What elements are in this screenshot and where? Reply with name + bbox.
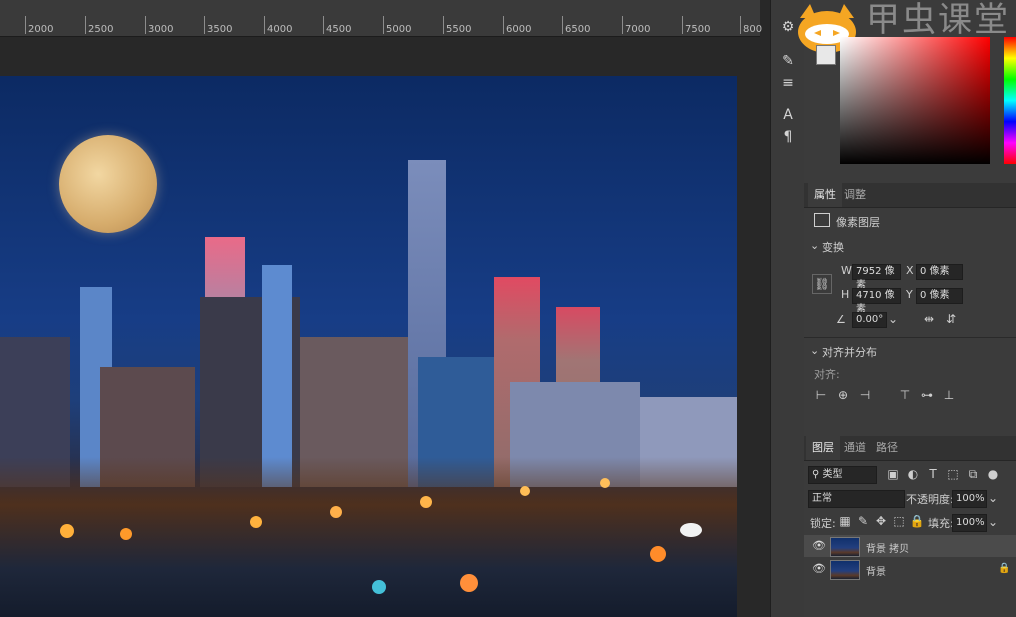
filter-value: 类型: [822, 469, 843, 480]
paragraph-icon[interactable]: ¶: [779, 128, 797, 146]
character-icon[interactable]: A: [779, 106, 797, 124]
fill-label: 填充:: [928, 517, 954, 530]
lock-transparent-icon[interactable]: ▦: [836, 512, 854, 530]
ruler-tick: 4000: [263, 16, 293, 35]
tab-layers[interactable]: 图层: [806, 436, 840, 460]
ruler-tick: 3000: [144, 16, 174, 35]
ruler-tick: 5500: [442, 16, 472, 35]
brush-icon[interactable]: ✎: [779, 52, 797, 70]
filter-type-icon[interactable]: T: [924, 465, 942, 483]
panel-icon-strip: ⚙ ✎ ≡ A ¶: [770, 0, 805, 617]
ruler-tick: 6500: [561, 16, 591, 35]
angle-dropdown-icon[interactable]: ⌄: [884, 310, 902, 328]
width-field[interactable]: 7952 像素: [852, 264, 901, 291]
tab-adjustments[interactable]: 调整: [838, 183, 872, 207]
foreground-color-swatch[interactable]: [816, 45, 836, 65]
visibility-eye-icon[interactable]: 👁: [812, 539, 826, 553]
opacity-label: 不透明度:: [906, 493, 954, 506]
filter-toggle-icon[interactable]: ●: [984, 465, 1002, 483]
fill-field[interactable]: 100%: [952, 514, 987, 532]
divider: [804, 337, 1016, 338]
ruler-tick: 6000: [502, 16, 532, 35]
adjust-icon[interactable]: ≡: [779, 74, 797, 92]
ruler-tick: 3500: [203, 16, 233, 35]
layer-filter-select[interactable]: ⚲ 类型: [808, 466, 877, 484]
chevron-down-icon[interactable]: ⌄: [810, 344, 819, 357]
filter-pixel-icon[interactable]: ▣: [884, 465, 902, 483]
layer-name: 背景 拷贝: [866, 544, 910, 555]
search-icon: ⚲: [812, 469, 823, 480]
city-night-photo: [0, 76, 737, 617]
ruler-tick: 7500: [681, 16, 711, 35]
lock-icon: 🔒: [998, 563, 1011, 574]
flip-horizontal-icon[interactable]: ⇹: [920, 310, 938, 328]
y-field[interactable]: 0 像素: [916, 288, 963, 304]
properties-tabbar: 属性 调整: [804, 183, 1016, 208]
layer-type-label: 像素图层: [836, 216, 880, 229]
ruler-tick: 7000: [621, 16, 651, 35]
tab-properties[interactable]: 属性: [808, 183, 842, 207]
align-bottom-icon[interactable]: ⊥: [940, 386, 958, 404]
tab-channels[interactable]: 通道: [838, 436, 872, 460]
watermark-text: 甲虫课堂: [866, 0, 1010, 40]
align-center-v-icon[interactable]: ⊶: [918, 386, 936, 404]
horizontal-ruler: 2000 2500 3000 3500 4000 4500 5000 5500 …: [0, 0, 763, 37]
lock-all-icon[interactable]: 🔒: [908, 512, 926, 530]
x-label: X: [906, 264, 914, 277]
ruler-tick: 2500: [84, 16, 114, 35]
ruler-tick: 5000: [382, 16, 412, 35]
layers-tabbar: 图层 通道 路径: [804, 436, 1016, 461]
filter-smart-object-icon[interactable]: ⧉: [964, 465, 982, 483]
align-section-title: 对齐并分布: [822, 346, 877, 359]
w-label: W: [841, 264, 852, 277]
opacity-field[interactable]: 100%: [952, 490, 987, 508]
align-center-h-icon[interactable]: ⊕: [834, 386, 852, 404]
pixel-layer-icon: [814, 213, 830, 227]
lock-artboard-icon[interactable]: ⬚: [890, 512, 908, 530]
tab-paths[interactable]: 路径: [870, 436, 904, 460]
blend-mode-select[interactable]: 正常: [808, 490, 905, 508]
document-canvas[interactable]: [0, 37, 760, 617]
align-right-icon[interactable]: ⊣: [856, 386, 874, 404]
layer-row-selected[interactable]: 👁 背景 拷贝: [804, 535, 1016, 557]
align-top-icon[interactable]: ⊤: [896, 386, 914, 404]
layer-row[interactable]: 👁 背景 🔒: [804, 558, 1016, 580]
street-lights-bokeh: [0, 457, 737, 617]
angle-icon: ∠: [836, 313, 846, 326]
x-field[interactable]: 0 像素: [916, 264, 963, 280]
angle-field[interactable]: 0.00°: [852, 312, 887, 328]
filter-adjustment-icon[interactable]: ◐: [904, 465, 922, 483]
align-left-icon[interactable]: ⊢: [812, 386, 830, 404]
opacity-dropdown-icon[interactable]: ⌄: [984, 489, 1002, 507]
align-label: 对齐:: [814, 368, 840, 381]
hue-slider[interactable]: [1004, 37, 1016, 164]
layer-thumbnail: [830, 537, 860, 557]
y-label: Y: [906, 288, 913, 301]
lock-position-icon[interactable]: ✥: [872, 512, 890, 530]
link-dimensions-icon[interactable]: ⛓: [812, 274, 832, 294]
lock-image-icon[interactable]: ✎: [854, 512, 872, 530]
chevron-down-icon[interactable]: ⌄: [810, 239, 819, 252]
flip-vertical-icon[interactable]: ⇵: [942, 310, 960, 328]
brush-settings-icon[interactable]: ⚙: [779, 18, 797, 36]
layer-thumbnail: [830, 560, 860, 580]
moon: [59, 135, 157, 233]
color-picker-field[interactable]: [840, 37, 990, 164]
ruler-tick: 4500: [322, 16, 352, 35]
height-field[interactable]: 4710 像素: [852, 288, 901, 315]
transform-section-title: 变换: [822, 241, 844, 254]
lock-label: 锁定:: [810, 517, 836, 530]
ruler-tick: 800: [739, 16, 763, 35]
layer-name: 背景: [866, 567, 886, 578]
fill-dropdown-icon[interactable]: ⌄: [984, 513, 1002, 531]
h-label: H: [841, 288, 850, 301]
ruler-tick: 2000: [24, 16, 54, 35]
filter-shape-icon[interactable]: ⬚: [944, 465, 962, 483]
visibility-eye-icon[interactable]: 👁: [812, 562, 826, 576]
